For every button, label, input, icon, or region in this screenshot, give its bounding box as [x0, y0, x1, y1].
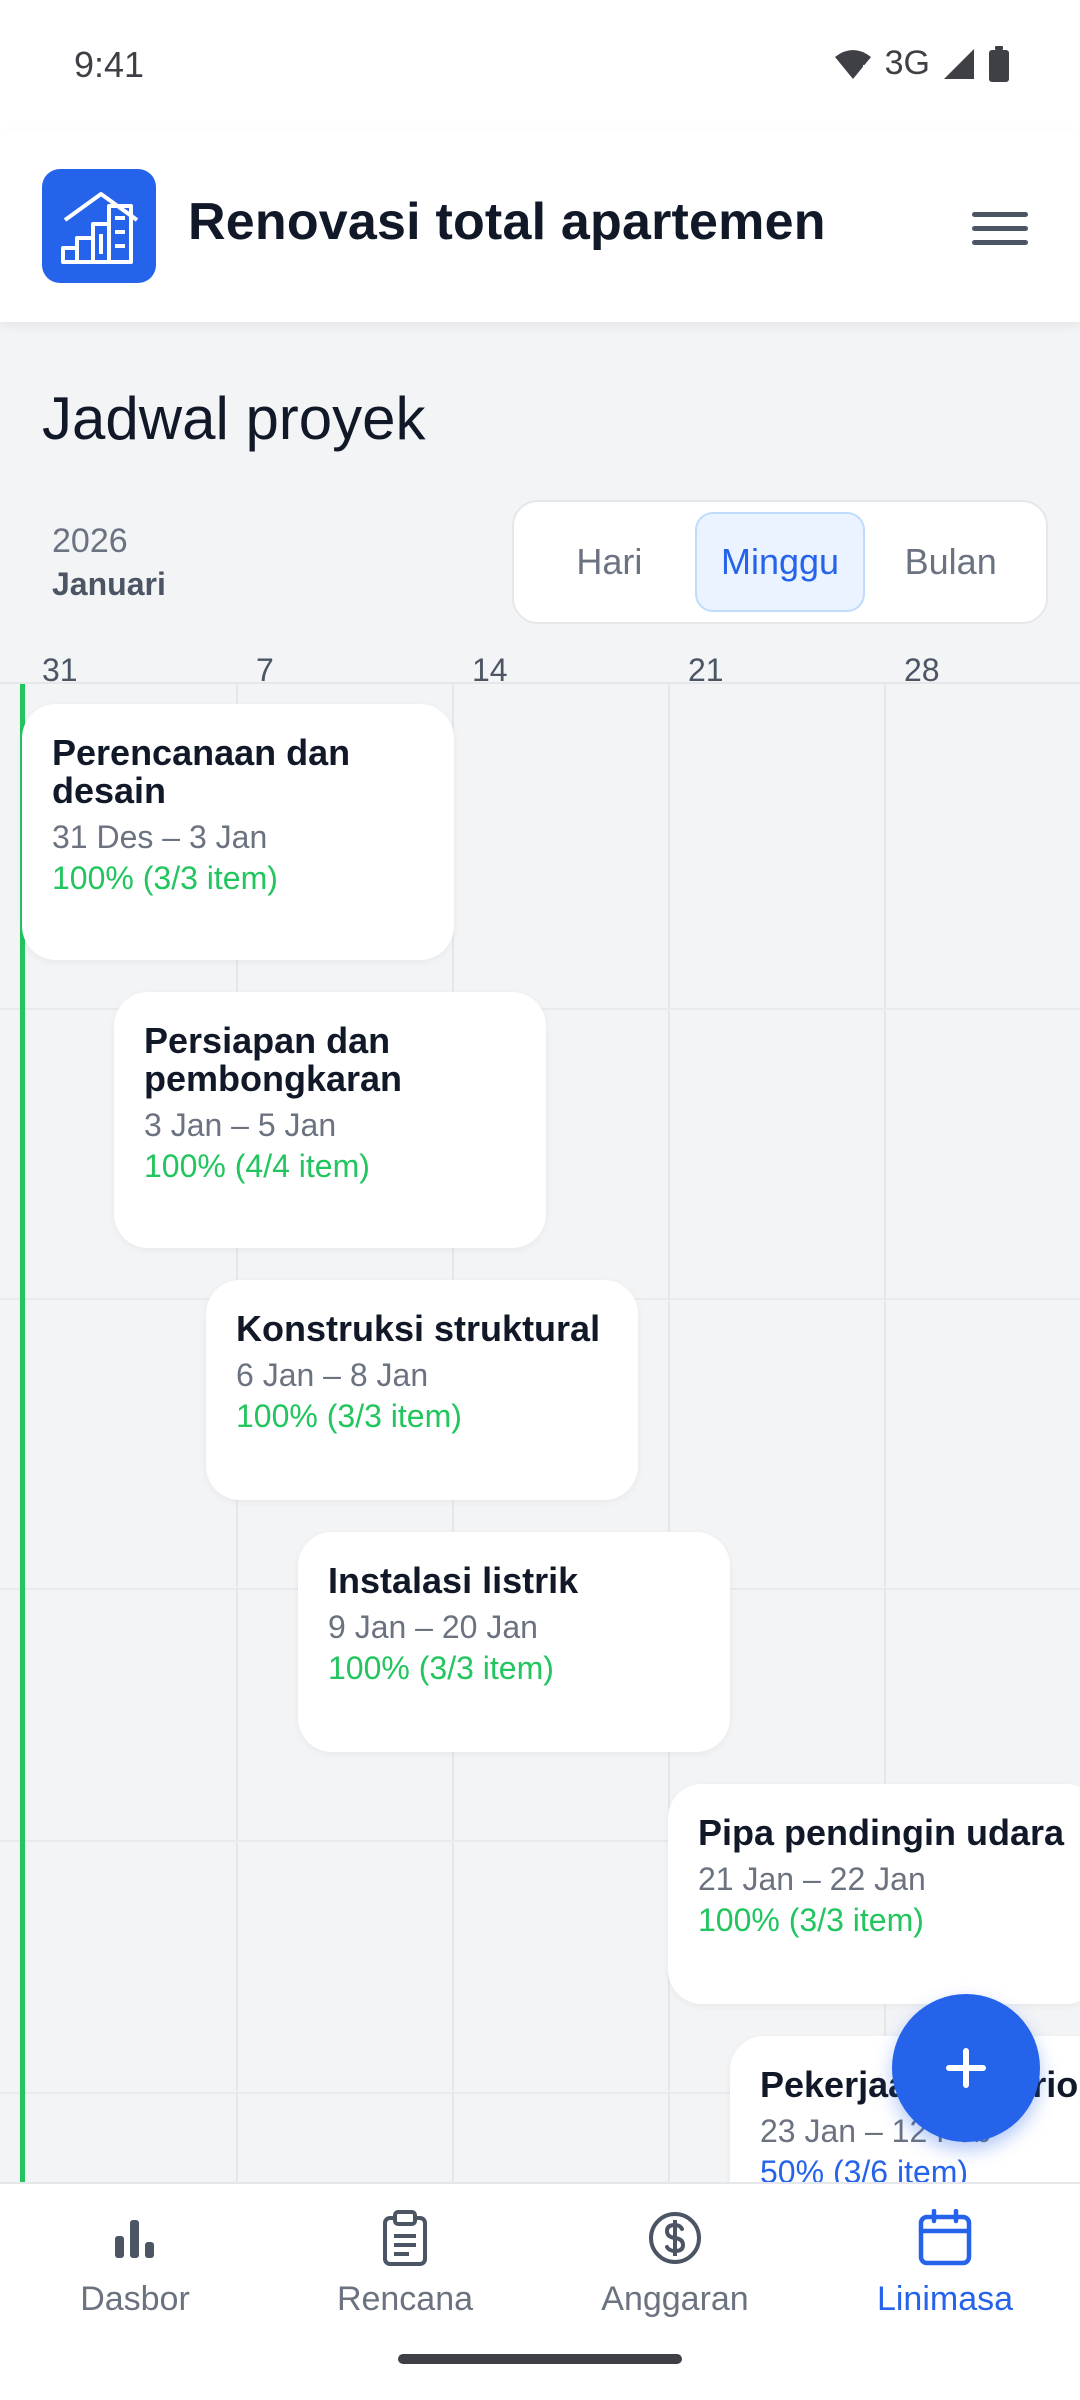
- task-name: Pipa pendingin udara: [698, 1812, 1065, 1853]
- task-card[interactable]: Konstruksi struktural 6 Jan – 8 Jan 100%…: [206, 1280, 638, 1500]
- view-option-day[interactable]: Hari: [524, 512, 695, 612]
- task-dates: 21 Jan – 22 Jan: [698, 1861, 926, 1897]
- task-dates: 9 Jan – 20 Jan: [328, 1609, 538, 1645]
- task-name: Persiapan dan pembongkaran: [144, 1020, 403, 1099]
- add-task-button[interactable]: [892, 1994, 1040, 2142]
- main-content: Jadwal proyek 2026 Januari Hari Minggu B…: [0, 322, 1080, 2182]
- task-name: Konstruksi struktural: [236, 1308, 601, 1349]
- view-option-month[interactable]: Bulan: [865, 512, 1036, 612]
- nav-item-rencana[interactable]: Rencana: [270, 2206, 540, 2336]
- nav-label: Rencana: [336, 2280, 474, 2318]
- calendar-icon: [917, 2206, 973, 2270]
- task-dates: 3 Jan – 5 Jan: [144, 1107, 337, 1143]
- hamburger-menu-icon[interactable]: [972, 200, 1028, 256]
- nav-label: Anggaran: [601, 2280, 749, 2318]
- building-chart-icon: [42, 169, 156, 283]
- bar-chart-icon: [111, 2206, 159, 2270]
- task-name: Instalasi listrik: [328, 1560, 579, 1601]
- task-progress: 100% (4/4 item): [144, 1148, 370, 1184]
- clipboard-icon: [379, 2206, 431, 2270]
- battery-icon: [988, 45, 1010, 82]
- task-card[interactable]: Perencanaan dan desain 31 Des – 3 Jan 10…: [22, 704, 454, 960]
- app-title: Renovasi total apartemen: [188, 193, 826, 251]
- signal-icon: [942, 47, 976, 81]
- nav-label: Linimasa: [876, 2280, 1014, 2318]
- status-icons: 3G: [833, 44, 1010, 83]
- task-progress: 100% (3/3 item): [236, 1398, 462, 1434]
- year-label: 2026: [52, 522, 128, 560]
- nav-item-linimasa[interactable]: Linimasa: [810, 2206, 1080, 2336]
- plus-icon: [946, 2048, 986, 2088]
- task-dates: 6 Jan – 8 Jan: [236, 1357, 429, 1393]
- dollar-circle-icon: [647, 2206, 703, 2270]
- view-option-week[interactable]: Minggu: [694, 512, 866, 612]
- network-type: 3G: [884, 44, 930, 82]
- task-progress: 100% (3/3 item): [52, 860, 278, 896]
- month-label: Januari: [52, 566, 166, 602]
- nav-item-anggaran[interactable]: Anggaran: [540, 2206, 810, 2336]
- wifi-icon: [833, 47, 873, 81]
- timeline-grid: Perencanaan dan desain 31 Des – 3 Jan 10…: [0, 684, 1080, 2182]
- status-bar: 9:41 3G: [0, 0, 1080, 130]
- status-time: 9:41: [74, 44, 145, 85]
- app-header: Renovasi total apartemen: [0, 130, 1080, 322]
- task-card[interactable]: Persiapan dan pembongkaran 3 Jan – 5 Jan…: [114, 992, 546, 1248]
- task-progress: 50% (3/6 item): [760, 2154, 969, 2182]
- home-indicator[interactable]: [398, 2354, 682, 2364]
- view-toggle: Hari Minggu Bulan: [512, 500, 1048, 624]
- bottom-navigation: Dasbor Rencana Anggaran Linimasa: [0, 2182, 1080, 2400]
- task-card[interactable]: Pipa pendingin udara 21 Jan – 22 Jan 100…: [668, 1784, 1080, 2004]
- task-name: Perencanaan dan desain: [52, 732, 351, 811]
- nav-item-dasbor[interactable]: Dasbor: [0, 2206, 270, 2336]
- page-title: Jadwal proyek: [42, 385, 426, 452]
- task-progress: 100% (3/3 item): [328, 1650, 554, 1686]
- task-dates: 31 Des – 3 Jan: [52, 819, 268, 855]
- nav-label: Dasbor: [80, 2280, 190, 2318]
- task-progress: 100% (3/3 item): [698, 1902, 924, 1938]
- task-card[interactable]: Instalasi listrik 9 Jan – 20 Jan 100% (3…: [298, 1532, 730, 1752]
